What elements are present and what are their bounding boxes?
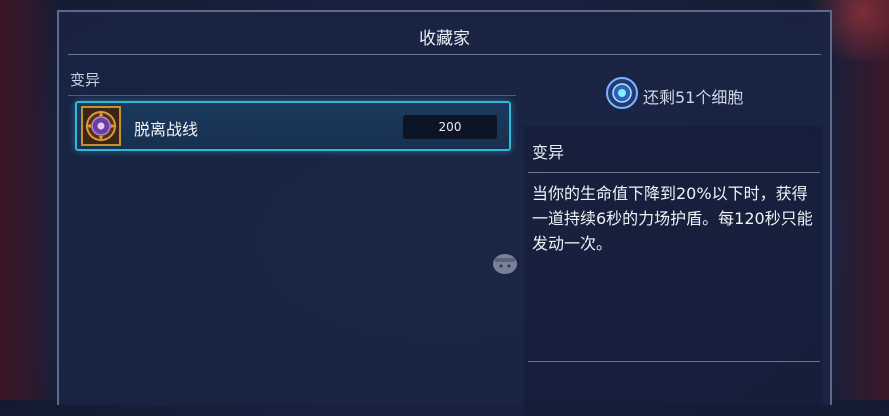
cell-icon	[605, 76, 639, 110]
mutation-name: 脱离战线	[134, 120, 199, 139]
window-title: 收藏家	[419, 29, 470, 49]
section-divider	[68, 95, 516, 96]
detail-description: 当你的生命值下降到20%以下时，获得一道持续6秒的力场护盾。每120秒只能发动一…	[532, 184, 813, 253]
background-creature-icon	[489, 248, 521, 280]
detail-title: 变异	[532, 143, 565, 162]
title-divider	[68, 54, 821, 55]
collector-shop-window: 收藏家 变异 脱离战线 200 还剩51个细胞 变异 当你的生命值下降到20%以…	[57, 10, 832, 416]
mutation-emblem-icon	[81, 106, 121, 146]
background-edge-left	[0, 0, 58, 400]
detail-divider-top	[528, 172, 820, 173]
mutation-detail-panel: 变异 当你的生命值下降到20%以下时，获得一道持续6秒的力场护盾。每120秒只能…	[524, 126, 822, 416]
mutation-list-item[interactable]: 脱离战线 200	[75, 101, 511, 151]
section-label-mutations: 变异	[70, 71, 101, 89]
detail-divider-bottom	[528, 361, 820, 362]
background-edge-right	[831, 0, 889, 400]
cells-counter: 还剩51个细胞	[605, 76, 805, 112]
mutation-cost: 200	[403, 115, 497, 139]
cells-remaining-text: 还剩51个细胞	[643, 88, 744, 107]
